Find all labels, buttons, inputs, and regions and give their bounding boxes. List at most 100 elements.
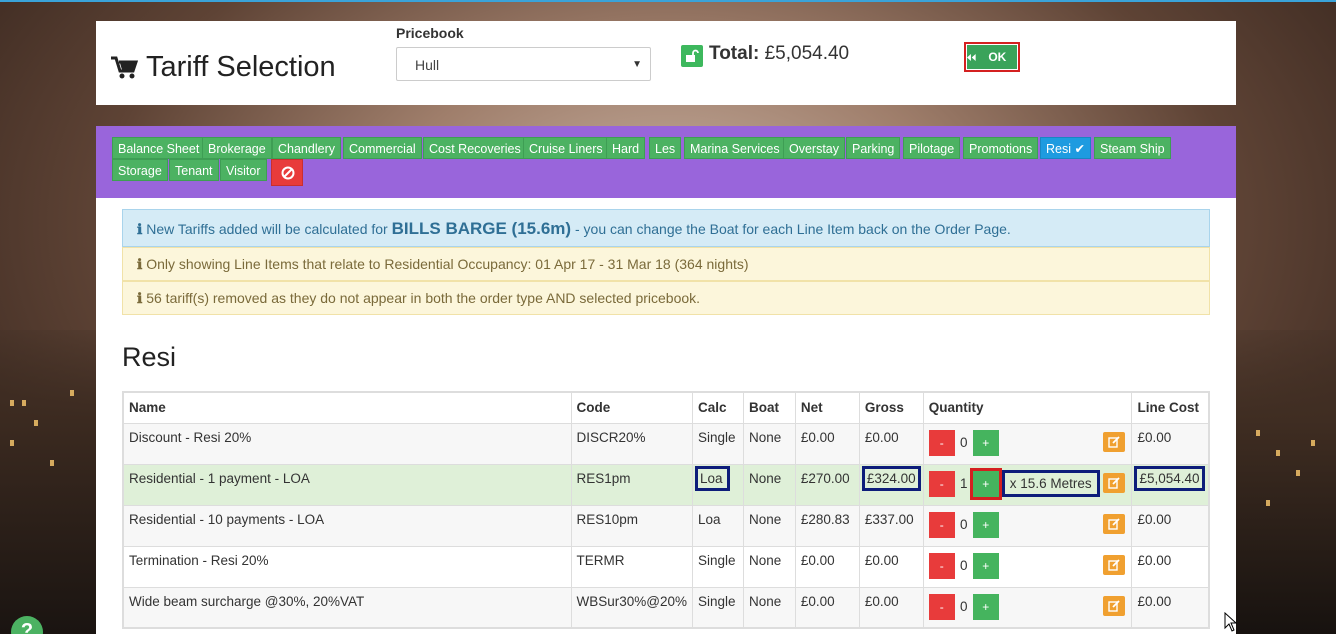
line-cost-highlight: £5,054.40 <box>1134 465 1205 491</box>
decrease-button[interactable]: - <box>928 470 955 497</box>
category-tag-parking[interactable]: Parking <box>846 137 901 159</box>
increase-button[interactable]: + <box>972 552 999 579</box>
cell-calc: Loa <box>692 504 744 547</box>
header-net[interactable]: Net <box>794 391 860 424</box>
increase-button[interactable]: + <box>972 511 999 538</box>
cell-name: Wide beam surcharge @30%, 20%VAT <box>122 586 572 629</box>
background-cityscape-right <box>1236 330 1336 634</box>
cell-code: RES1pm <box>570 463 693 506</box>
background-cityscape-left <box>0 330 96 634</box>
unlock-icon[interactable] <box>681 45 703 67</box>
category-tag-label: Tenant <box>175 164 213 178</box>
category-tag-label: Parking <box>852 142 895 156</box>
header-panel: Tariff Selection Pricebook Hull ▼ Total:… <box>96 21 1236 105</box>
total-label: Total: <box>709 43 760 64</box>
category-tag-label: Storage <box>118 164 162 178</box>
cell-gross: £0.00 <box>858 422 924 465</box>
table-row: Discount - Resi 20% DISCR20% Single None… <box>122 422 1210 465</box>
cell-boat: None <box>742 463 796 506</box>
decrease-button[interactable]: - <box>928 511 955 538</box>
category-tag-label: Les <box>655 142 676 156</box>
category-tag-resi[interactable]: Resi ✔ <box>1040 137 1091 159</box>
pricebook-label: Pricebook <box>396 25 464 41</box>
category-tag-visitor[interactable]: Visitor <box>220 159 267 181</box>
cell-gross: £324.00 <box>858 463 924 506</box>
decrease-button[interactable]: - <box>928 593 955 620</box>
cell-calc: Single <box>692 422 744 465</box>
cell-quantity: -0 + <box>922 545 1133 588</box>
fast-backward-icon <box>967 53 976 61</box>
cell-name: Residential - 10 payments - LOA <box>122 504 572 547</box>
category-tag-hard[interactable]: Hard <box>606 137 646 159</box>
mouse-cursor-icon <box>1224 612 1238 632</box>
cell-quantity: -1 + x 15.6 Metres <box>922 463 1133 506</box>
cell-calc: Single <box>692 586 744 629</box>
cell-name: Discount - Resi 20% <box>122 422 572 465</box>
category-tag-overstay[interactable]: Overstay <box>783 137 846 159</box>
ok-button[interactable]: OK <box>964 42 1020 72</box>
increase-button[interactable]: + <box>969 467 1002 500</box>
cell-quantity: -0 + <box>922 422 1133 465</box>
cell-boat: None <box>742 586 796 629</box>
category-tag-storage[interactable]: Storage <box>112 159 168 181</box>
metres-multiplier: x 15.6 Metres <box>1001 470 1100 497</box>
category-tag-commercial[interactable]: Commercial <box>343 137 422 159</box>
occupancy-alert: ℹ Only showing Line Items that relate to… <box>122 247 1210 281</box>
category-tag-label: Hard <box>612 142 640 156</box>
cell-calc: Single <box>692 545 744 588</box>
gross-highlight: £324.00 <box>861 465 921 491</box>
category-tag-chandlery[interactable]: Chandlery <box>272 137 341 159</box>
page-title-text: Tariff Selection <box>146 51 336 83</box>
decrease-button[interactable]: - <box>928 552 955 579</box>
category-tag-label: Visitor <box>226 164 261 178</box>
category-tag-promotions[interactable]: Promotions <box>963 137 1039 159</box>
header-code[interactable]: Code <box>570 391 693 424</box>
category-tag-tenant[interactable]: Tenant <box>169 159 219 181</box>
caret-down-icon: ▼ <box>632 59 642 70</box>
category-tag-cruise-liners[interactable]: Cruise Liners <box>523 137 609 159</box>
category-tag-steam-ship[interactable]: Steam Ship <box>1094 137 1171 159</box>
header-name[interactable]: Name <box>122 391 572 424</box>
category-tag-les[interactable]: Les <box>649 137 682 159</box>
cell-line-cost: £0.00 <box>1131 422 1210 465</box>
cell-quantity: -0 + <box>922 504 1133 547</box>
category-tag-balance-sheet[interactable]: Balance Sheet <box>112 137 206 159</box>
category-tag-marina-services[interactable]: Marina Services <box>684 137 786 159</box>
header-boat[interactable]: Boat <box>742 391 796 424</box>
calc-highlight: Loa <box>695 465 730 491</box>
header-calc[interactable]: Calc <box>692 391 744 424</box>
shopping-cart-icon <box>111 56 138 78</box>
category-tag-pilotage[interactable]: Pilotage <box>903 137 961 159</box>
total-display: Total: £5,054.40 <box>709 43 849 65</box>
cell-line-cost: £0.00 <box>1131 545 1210 588</box>
category-tag-cost-recoveries[interactable]: Cost Recoveries <box>423 137 527 159</box>
pricebook-select[interactable]: Hull ▼ <box>396 47 651 81</box>
header-gross[interactable]: Gross <box>858 391 924 424</box>
edit-icon[interactable] <box>1103 472 1126 493</box>
header-quantity[interactable]: Quantity <box>922 391 1133 424</box>
decrease-button[interactable]: - <box>928 429 955 456</box>
edit-icon[interactable] <box>1103 595 1126 616</box>
cell-net: £0.00 <box>794 586 860 629</box>
edit-icon[interactable] <box>1103 513 1126 534</box>
category-tag-label: Resi <box>1046 142 1072 156</box>
cell-code: RES10pm <box>570 504 693 547</box>
table-row-selected: Residential - 1 payment - LOA RES1pm Loa… <box>122 463 1210 506</box>
header-line-cost[interactable]: Line Cost <box>1131 391 1210 424</box>
total-value: £5,054.40 <box>764 43 850 64</box>
ban-icon <box>281 166 295 180</box>
ok-button-label: OK <box>977 45 1017 69</box>
cell-line-cost: £5,054.40 <box>1131 463 1210 506</box>
clear-filter-button[interactable] <box>271 159 303 186</box>
increase-button[interactable]: + <box>972 429 999 456</box>
category-tag-label: Overstay <box>789 142 840 156</box>
edit-icon[interactable] <box>1103 554 1126 575</box>
edit-icon[interactable] <box>1103 431 1126 452</box>
category-tag-label: Brokerage <box>208 142 266 156</box>
increase-button[interactable]: + <box>972 593 999 620</box>
page-title: Tariff Selection <box>110 51 336 84</box>
table-row: Wide beam surcharge @30%, 20%VAT WBSur30… <box>122 586 1210 629</box>
cell-net: £0.00 <box>794 422 860 465</box>
cell-boat: None <box>742 504 796 547</box>
category-tag-brokerage[interactable]: Brokerage <box>202 137 272 159</box>
